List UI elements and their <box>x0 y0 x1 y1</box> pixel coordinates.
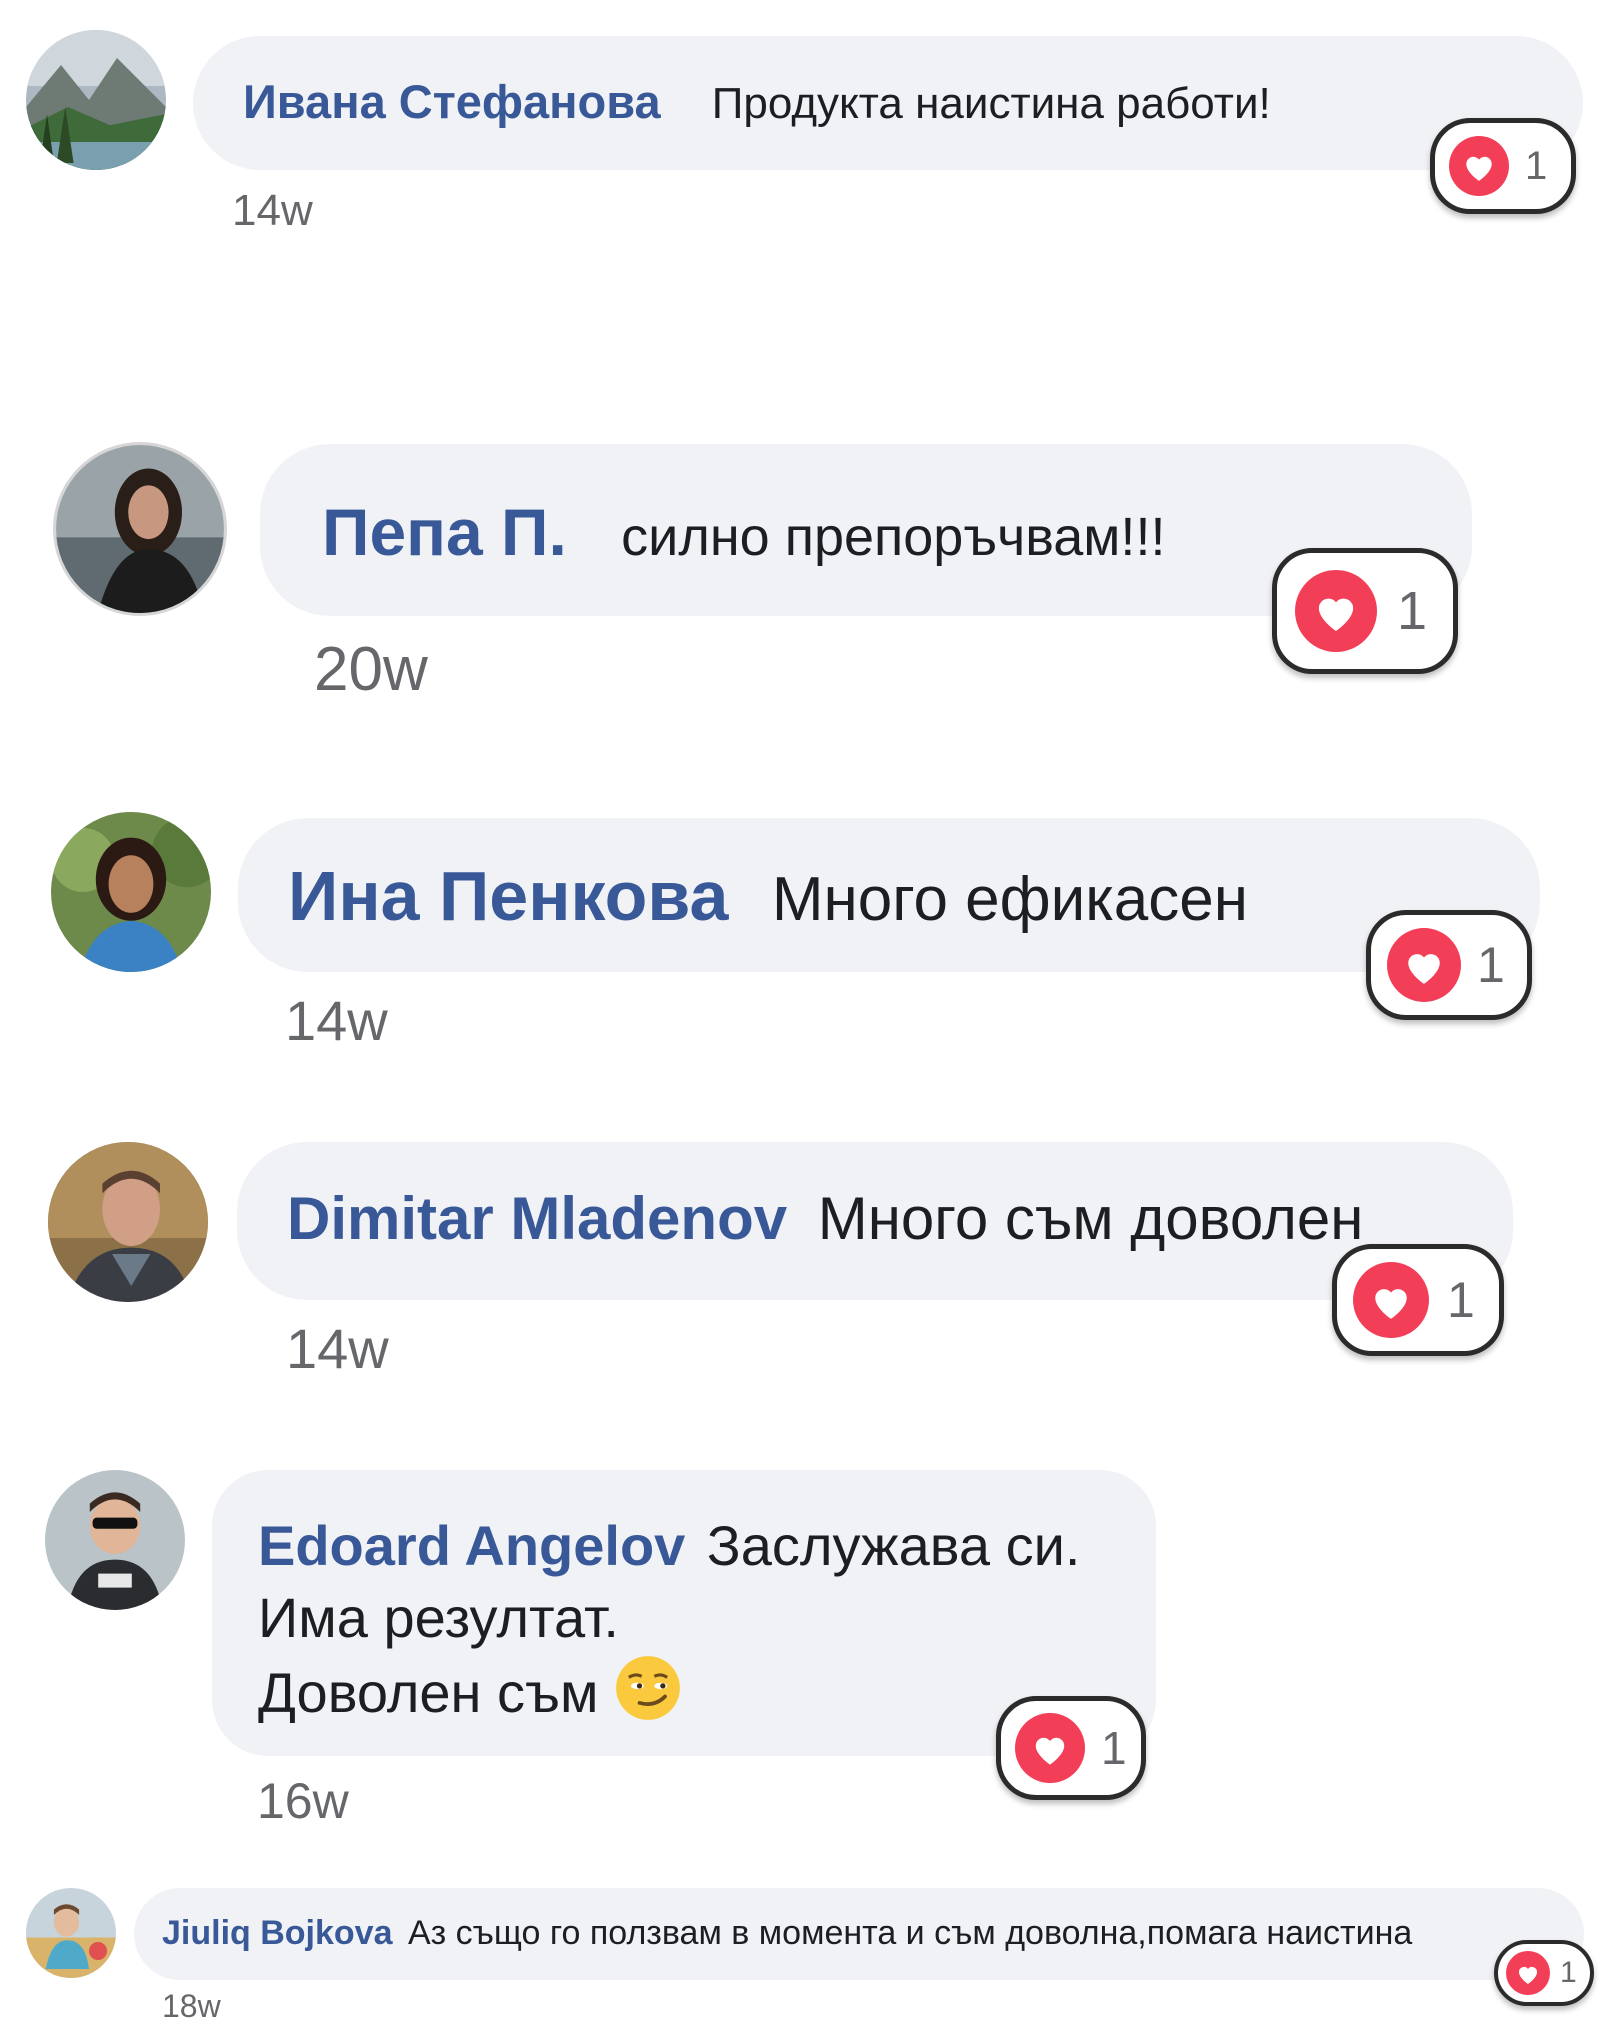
heart-icon <box>1015 1713 1085 1783</box>
child-photo-icon <box>26 1888 116 1978</box>
comment-bubble: Ина Пенкова Много ефикасен <box>238 818 1540 972</box>
avatar[interactable] <box>53 442 227 616</box>
heart-icon <box>1295 570 1377 652</box>
comment-bubble: Ивана Стефанова Продукта наистина работи… <box>193 36 1583 170</box>
reaction-count: 1 <box>1101 1722 1127 1774</box>
reaction-badge[interactable]: 1 <box>996 1696 1146 1800</box>
timestamp[interactable]: 20w <box>314 634 428 705</box>
author-name[interactable]: Ивана Стефанова <box>243 75 661 128</box>
timestamp[interactable]: 16w <box>257 1772 349 1830</box>
comment-bubble: Jiuliq Bojkova Аз също го ползвам в моме… <box>134 1888 1584 1980</box>
comment-text: Продукта наистина работи! <box>711 79 1271 128</box>
comment-text-line-1: Заслужава си. <box>706 1514 1081 1577</box>
comment-text: Много съм доволен <box>817 1185 1364 1252</box>
woman-photo-icon <box>56 445 224 613</box>
reaction-count: 1 <box>1560 1956 1577 1989</box>
timestamp[interactable]: 14w <box>232 186 313 236</box>
comment-text: Много ефикасен <box>771 865 1248 934</box>
avatar[interactable] <box>48 1142 208 1302</box>
heart-icon <box>1449 136 1509 196</box>
comment-bubble: Dimitar Mladenov Много съм доволен <box>237 1142 1513 1300</box>
reaction-badge[interactable]: 1 <box>1430 118 1576 214</box>
avatar[interactable] <box>51 812 211 972</box>
smirking-face-icon <box>614 1654 682 1722</box>
reaction-badge[interactable]: 1 <box>1272 548 1458 674</box>
reaction-count: 1 <box>1477 937 1505 993</box>
timestamp[interactable]: 14w <box>285 988 388 1053</box>
avatar[interactable] <box>26 1888 116 1978</box>
reaction-count: 1 <box>1397 581 1428 641</box>
heart-icon <box>1387 928 1461 1002</box>
comment-text-line-3: Доволен съм <box>258 1661 599 1724</box>
avatar[interactable] <box>26 30 166 170</box>
reaction-badge[interactable]: 1 <box>1494 1940 1594 2006</box>
heart-icon <box>1506 1951 1550 1995</box>
man-photo-icon <box>48 1142 208 1302</box>
comment-text: силно препоръчвам!!! <box>621 507 1166 567</box>
child-photo-icon <box>45 1470 185 1610</box>
landscape-photo-icon <box>26 30 166 170</box>
comment-text-line-2: Има резултат. <box>258 1586 619 1649</box>
author-name[interactable]: Ина Пенкова <box>288 857 728 935</box>
avatar[interactable] <box>45 1470 185 1610</box>
heart-icon <box>1353 1262 1429 1338</box>
author-name[interactable]: Jiuliq Bojkova <box>162 1914 393 1952</box>
reaction-badge[interactable]: 1 <box>1332 1244 1504 1356</box>
comment-text: Аз също го ползвам в момента и съм довол… <box>407 1914 1413 1952</box>
author-name[interactable]: Dimitar Mladenov <box>287 1185 787 1252</box>
author-name[interactable]: Пепа П. <box>322 495 567 569</box>
reaction-count: 1 <box>1447 1272 1475 1328</box>
reaction-badge[interactable]: 1 <box>1366 910 1532 1020</box>
reaction-count: 1 <box>1525 143 1548 188</box>
author-name[interactable]: Edoard Angelov <box>258 1514 685 1577</box>
timestamp[interactable]: 14w <box>286 1316 389 1381</box>
timestamp[interactable]: 18w <box>162 1988 221 2025</box>
woman-photo-icon <box>51 812 211 972</box>
